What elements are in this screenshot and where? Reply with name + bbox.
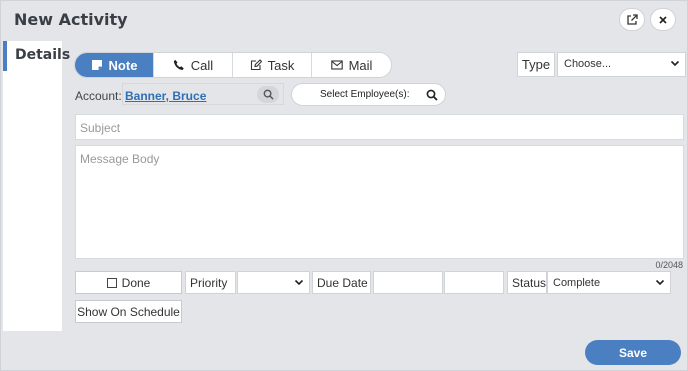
sidebar: Details [3,41,70,331]
select-employees-label: Select Employee(s): [320,89,410,100]
task-button[interactable]: Task [233,53,312,77]
type-select-value: Choose... [564,58,612,70]
external-link-icon [627,13,638,25]
dialog-title: New Activity [14,10,128,29]
account-field: Banner, Bruce [122,83,284,105]
status-label: Status [507,271,547,294]
edit-icon [250,59,262,71]
close-button[interactable] [650,8,676,31]
status-select[interactable]: Complete [547,271,671,294]
note-icon [91,60,102,70]
note-label: Note [108,57,138,73]
due-date-input[interactable] [373,271,443,294]
activity-type-selector: Note Call Task Mail [74,52,392,78]
chevron-down-icon [294,279,304,286]
checkbox-icon [106,277,117,288]
mail-icon [330,60,343,70]
done-checkbox-button[interactable]: Done [75,271,182,294]
account-label: Account: [75,89,122,103]
mail-button[interactable]: Mail [312,53,391,77]
call-label: Call [190,57,214,73]
message-body-input[interactable]: Message Body [75,145,684,259]
status-select-value: Complete [553,277,601,289]
subject-input[interactable]: Subject [75,114,684,140]
account-search-button[interactable] [257,86,279,103]
phone-icon [173,60,184,70]
tab-details[interactable]: Details [3,41,70,71]
chevron-down-icon [655,279,665,286]
character-counter: 0/2048 [655,260,683,270]
type-label: Type [517,52,555,77]
show-on-schedule-button[interactable]: Show On Schedule [75,300,182,323]
due-time-input[interactable] [444,271,504,294]
due-date-label: Due Date [312,271,371,294]
chevron-down-icon [670,60,680,67]
account-link[interactable]: Banner, Bruce [125,89,206,103]
close-icon [659,15,667,24]
save-button[interactable]: Save [585,340,681,365]
search-icon [263,89,274,100]
select-employees-button[interactable]: Select Employee(s): [291,83,446,106]
mail-label: Mail [348,57,373,73]
priority-label: Priority [185,271,236,294]
task-label: Task [267,57,295,73]
priority-select[interactable] [237,271,310,294]
done-label: Done [121,275,151,290]
type-select[interactable]: Choose... [557,52,686,77]
search-icon [426,89,438,101]
note-button[interactable]: Note [75,53,154,77]
popout-button[interactable] [619,8,645,31]
new-activity-dialog: New Activity Details Note Call Task Mail… [0,0,688,371]
call-button[interactable]: Call [154,53,233,77]
